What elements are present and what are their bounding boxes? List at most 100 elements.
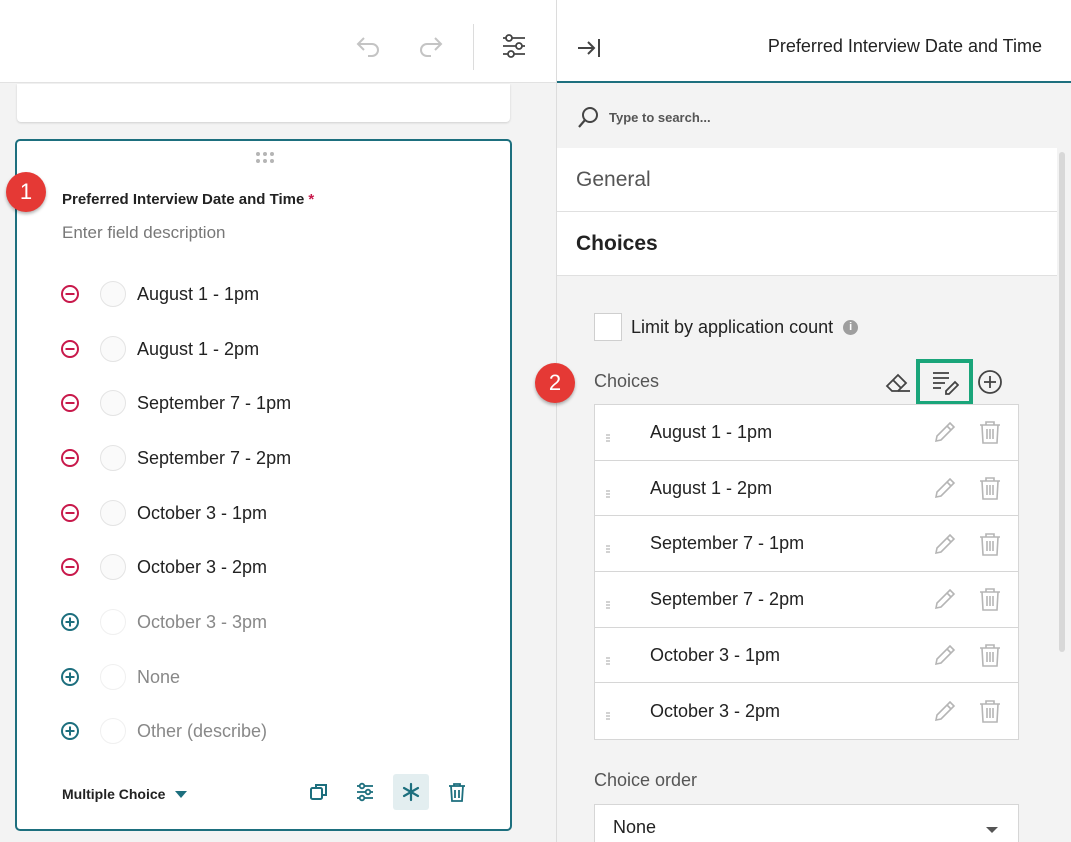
drag-grip-icon[interactable]: [606, 596, 610, 610]
search-input[interactable]: [609, 109, 909, 125]
trash-icon[interactable]: [975, 584, 1005, 614]
add-option-icon[interactable]: [55, 662, 85, 692]
option-radio[interactable]: [100, 445, 126, 471]
limit-by-count-row: Limit by application count i: [594, 313, 859, 341]
option-radio[interactable]: [100, 554, 126, 580]
choice-text: August 1 - 1pm: [650, 421, 773, 442]
drag-grip-icon[interactable]: [606, 540, 610, 554]
collapse-panel-icon[interactable]: [571, 30, 607, 66]
info-icon[interactable]: i: [843, 319, 859, 335]
option-radio[interactable]: [100, 336, 126, 362]
question-label[interactable]: Preferred Interview Date and Time *: [62, 191, 314, 208]
option-label[interactable]: None: [137, 667, 180, 688]
drag-grip-icon[interactable]: [606, 429, 610, 442]
choice-text: September 7 - 1pm: [650, 533, 805, 554]
edit-pencil-icon[interactable]: [930, 584, 960, 614]
field-type-dropdown[interactable]: Multiple Choice: [62, 779, 188, 809]
drag-grip-icon[interactable]: [606, 652, 610, 665]
option-label[interactable]: October 3 - 2pm: [137, 557, 267, 578]
panel-scrollbar[interactable]: [1059, 152, 1065, 652]
highlight-box: [916, 359, 973, 405]
required-asterisk: *: [308, 191, 315, 208]
edit-pencil-icon[interactable]: [930, 640, 960, 670]
choice-row: September 7 - 1pm: [595, 516, 1018, 573]
drag-grip-icon[interactable]: [606, 485, 610, 498]
option-label[interactable]: Other (describe): [137, 721, 267, 742]
section-general[interactable]: General: [557, 148, 1057, 212]
edit-pencil-icon[interactable]: [930, 696, 960, 726]
option-radio[interactable]: [100, 609, 126, 635]
option-row: October 3 - 3pm: [61, 605, 482, 639]
callout-badge-1: 1: [6, 172, 46, 212]
choice-order-label: Choice order: [594, 770, 698, 790]
remove-option-icon[interactable]: [55, 443, 85, 473]
trash-icon[interactable]: [975, 417, 1005, 447]
option-row: October 3 - 2pm: [61, 550, 482, 584]
option-label[interactable]: September 7 - 1pm: [137, 393, 291, 414]
option-label[interactable]: August 1 - 2pm: [137, 339, 259, 360]
toolbar-divider: [473, 24, 474, 70]
option-row: August 1 - 1pm: [61, 277, 482, 311]
panel-header: Preferred Interview Date and Time: [557, 0, 1071, 83]
option-radio[interactable]: [100, 390, 126, 416]
option-label[interactable]: August 1 - 1pm: [137, 284, 259, 305]
remove-option-icon[interactable]: [55, 498, 85, 528]
trash-icon[interactable]: [975, 696, 1005, 726]
choices-label: Choices: [594, 371, 660, 391]
eraser-icon[interactable]: [883, 367, 913, 397]
option-radio[interactable]: [100, 281, 126, 307]
add-option-icon[interactable]: [55, 716, 85, 746]
redo-icon[interactable]: [413, 28, 449, 64]
field-card[interactable]: Preferred Interview Date and Time * Enter…: [15, 139, 512, 831]
limit-by-count-checkbox[interactable]: [594, 313, 622, 341]
field-type-label: Multiple Choice: [62, 786, 166, 802]
drag-handle-icon[interactable]: [255, 151, 275, 165]
limit-by-count-label: Limit by application count: [631, 316, 834, 337]
option-row: None: [61, 660, 482, 694]
trash-icon[interactable]: [975, 473, 1005, 503]
choice-text: August 1 - 2pm: [650, 477, 773, 498]
properties-panel: Preferred Interview Date and Time Genera…: [535, 0, 1071, 842]
edit-pencil-icon[interactable]: [930, 417, 960, 447]
option-label[interactable]: October 3 - 3pm: [137, 612, 267, 633]
choice-text: October 3 - 1pm: [650, 644, 781, 665]
question-label-text: Preferred Interview Date and Time: [62, 191, 305, 208]
option-row: October 3 - 1pm: [61, 496, 482, 530]
option-radio[interactable]: [100, 664, 126, 690]
undo-icon[interactable]: [350, 28, 386, 64]
remove-option-icon[interactable]: [55, 552, 85, 582]
editor-toolbar: [0, 0, 556, 83]
required-toggle-icon[interactable]: [393, 774, 429, 810]
drag-grip-icon[interactable]: [606, 707, 610, 721]
edit-pencil-icon[interactable]: [930, 529, 960, 559]
duplicate-icon[interactable]: [301, 774, 337, 810]
edit-pencil-icon[interactable]: [930, 473, 960, 503]
field-settings-icon[interactable]: [347, 774, 383, 810]
choice-order-select[interactable]: None: [594, 804, 1019, 842]
option-label[interactable]: October 3 - 1pm: [137, 503, 267, 524]
option-row: September 7 - 2pm: [61, 441, 482, 475]
choice-row: August 1 - 1pm: [595, 405, 1018, 461]
field-description-input[interactable]: Enter field description: [62, 223, 225, 243]
app-root: Preferred Interview Date and Time * Enter…: [0, 0, 1071, 842]
delete-field-icon[interactable]: [439, 774, 475, 810]
trash-icon[interactable]: [975, 529, 1005, 559]
previous-field-card[interactable]: [17, 84, 510, 122]
option-radio[interactable]: [100, 718, 126, 744]
trash-icon[interactable]: [975, 640, 1005, 670]
add-option-icon[interactable]: [55, 607, 85, 637]
option-radio[interactable]: [100, 500, 126, 526]
remove-option-icon[interactable]: [55, 388, 85, 418]
section-choices[interactable]: Choices: [557, 212, 1057, 276]
choice-row: August 1 - 2pm: [595, 461, 1018, 517]
remove-option-icon[interactable]: [55, 334, 85, 364]
add-choice-icon[interactable]: [975, 367, 1005, 397]
option-row: September 7 - 1pm: [61, 386, 482, 420]
remove-option-icon[interactable]: [55, 279, 85, 309]
choice-text: October 3 - 2pm: [650, 700, 781, 721]
form-editor-pane: Preferred Interview Date and Time * Enter…: [0, 0, 556, 842]
property-search[interactable]: [577, 104, 909, 130]
option-label[interactable]: September 7 - 2pm: [137, 448, 291, 469]
sliders-icon[interactable]: [496, 28, 532, 64]
option-row: Other (describe): [61, 714, 482, 748]
